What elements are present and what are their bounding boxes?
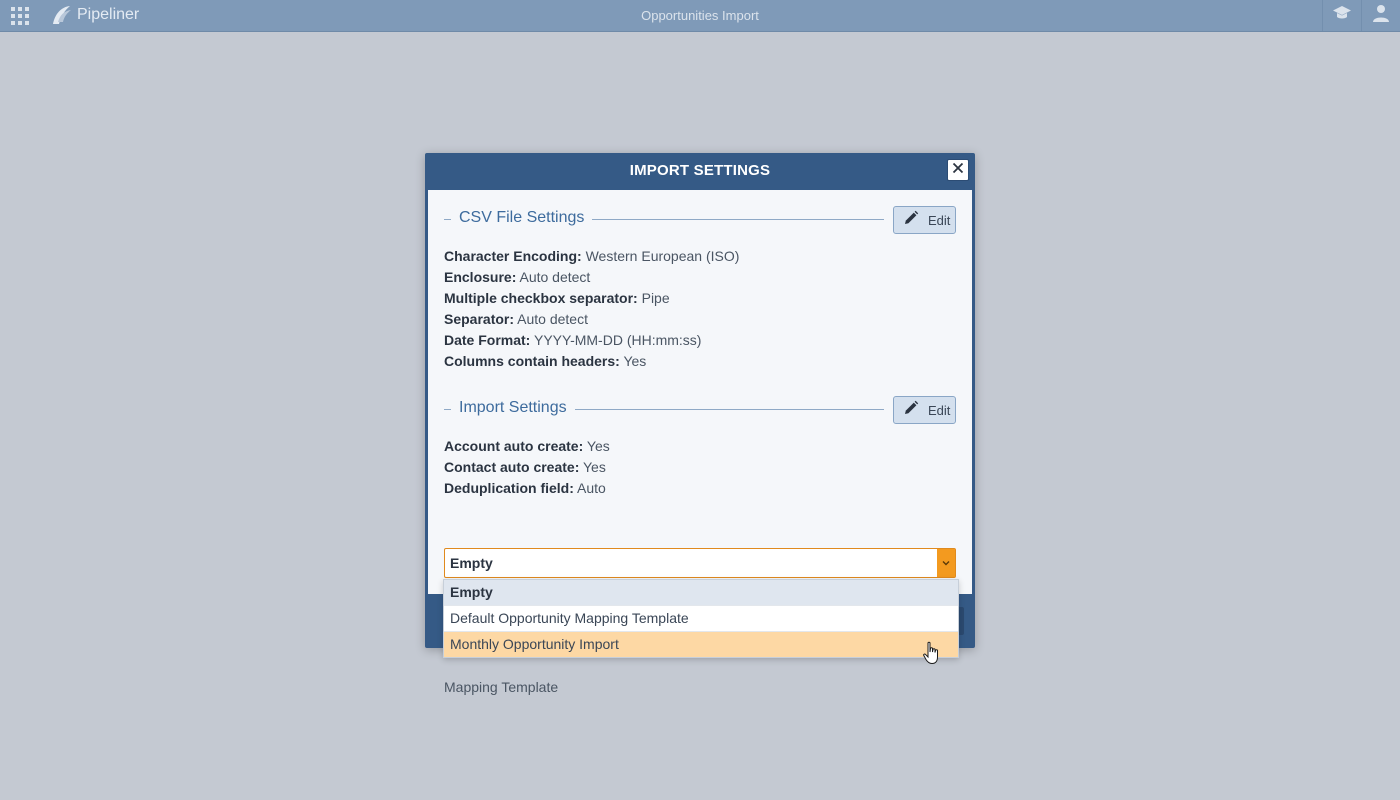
mapping-template-select[interactable]: Empty <box>444 548 956 578</box>
setting-key: Contact auto create: <box>444 459 580 475</box>
edit-label: Edit <box>928 402 951 418</box>
page-title: Opportunities Import <box>641 8 759 23</box>
section-header: CSV File Settings Edit <box>444 206 956 234</box>
edit-import-settings-button[interactable]: Edit <box>893 396 956 424</box>
dialog-header: IMPORT SETTINGS <box>425 153 975 188</box>
setting-value: Western European (ISO) <box>585 248 740 264</box>
edit-csv-settings-button[interactable]: Edit <box>893 206 956 234</box>
user-icon <box>1372 4 1390 27</box>
user-profile-button[interactable] <box>1361 0 1400 31</box>
chevron-down-icon[interactable] <box>937 549 955 577</box>
setting-row: Columns contain headers: Yes <box>444 351 956 372</box>
section-divider <box>444 219 451 220</box>
section-title: CSV File Settings <box>459 209 593 227</box>
import-settings-list: Account auto create: Yes Contact auto cr… <box>444 436 956 499</box>
section-divider <box>444 409 451 410</box>
brand-name: Pipeliner <box>77 6 140 23</box>
pencil-icon <box>903 210 919 231</box>
topbar-actions <box>1322 0 1400 31</box>
pencil-icon <box>903 400 919 421</box>
mapping-template-dropdown: Empty Default Opportunity Mapping Templa… <box>443 579 959 658</box>
setting-row: Deduplication field: Auto <box>444 478 956 499</box>
setting-key: Columns contain headers: <box>444 353 620 369</box>
section-divider <box>574 409 884 410</box>
setting-value: YYYY-MM-DD (HH:mm:ss) <box>534 332 702 348</box>
csv-settings-list: Character Encoding: Western European (IS… <box>444 246 956 372</box>
template-option-default[interactable]: Default Opportunity Mapping Template <box>444 606 958 632</box>
csv-file-settings-section: CSV File Settings Edit Character Encodin… <box>444 206 956 372</box>
setting-value: Pipe <box>641 290 670 306</box>
dialog-title: IMPORT SETTINGS <box>629 162 771 179</box>
close-button[interactable] <box>947 159 969 181</box>
setting-key: Multiple checkbox separator: <box>444 290 638 306</box>
section-header: Import Settings Edit <box>444 396 956 424</box>
setting-key: Date Format: <box>444 332 531 348</box>
close-icon <box>952 161 964 179</box>
apps-grid-icon[interactable] <box>11 7 29 25</box>
top-bar: Pipeliner Opportunities Import <box>0 0 1400 32</box>
setting-key: Character Encoding: <box>444 248 582 264</box>
setting-value: Yes <box>583 459 606 475</box>
setting-value: Auto <box>577 480 606 496</box>
setting-key: Account auto create: <box>444 438 584 454</box>
setting-value: Yes <box>623 353 647 369</box>
setting-key: Separator: <box>444 311 515 327</box>
setting-row: Contact auto create: Yes <box>444 457 956 478</box>
setting-row: Multiple checkbox separator: Pipe <box>444 288 956 309</box>
pipeliner-logo-icon <box>49 4 73 26</box>
section-title: Import Settings <box>459 399 575 417</box>
setting-value: Auto detect <box>519 269 591 285</box>
setting-row: Character Encoding: Western European (IS… <box>444 246 956 267</box>
edit-label: Edit <box>928 212 951 228</box>
setting-value: Yes <box>586 438 610 454</box>
template-option-monthly[interactable]: Monthly Opportunity Import <box>444 632 958 657</box>
setting-value: Auto detect <box>517 311 588 327</box>
setting-row: Separator: Auto detect <box>444 309 956 330</box>
setting-row: Enclosure: Auto detect <box>444 267 956 288</box>
academy-button[interactable] <box>1322 0 1361 31</box>
mapping-template-label: Mapping Template <box>444 679 559 695</box>
selected-template: Empty <box>450 555 493 571</box>
template-option-empty[interactable]: Empty <box>444 580 958 606</box>
graduation-cap-icon <box>1332 5 1352 26</box>
dialog-body: CSV File Settings Edit Character Encodin… <box>428 190 972 695</box>
setting-row: Date Format: YYYY-MM-DD (HH:mm:ss) <box>444 330 956 351</box>
setting-row: Account auto create: Yes <box>444 436 956 457</box>
brand-logo[interactable]: Pipeliner <box>49 4 139 26</box>
setting-key: Enclosure: <box>444 269 517 285</box>
setting-key: Deduplication field: <box>444 480 574 496</box>
section-divider <box>584 219 884 220</box>
import-settings-section: Import Settings Edit Account auto create… <box>444 396 956 499</box>
